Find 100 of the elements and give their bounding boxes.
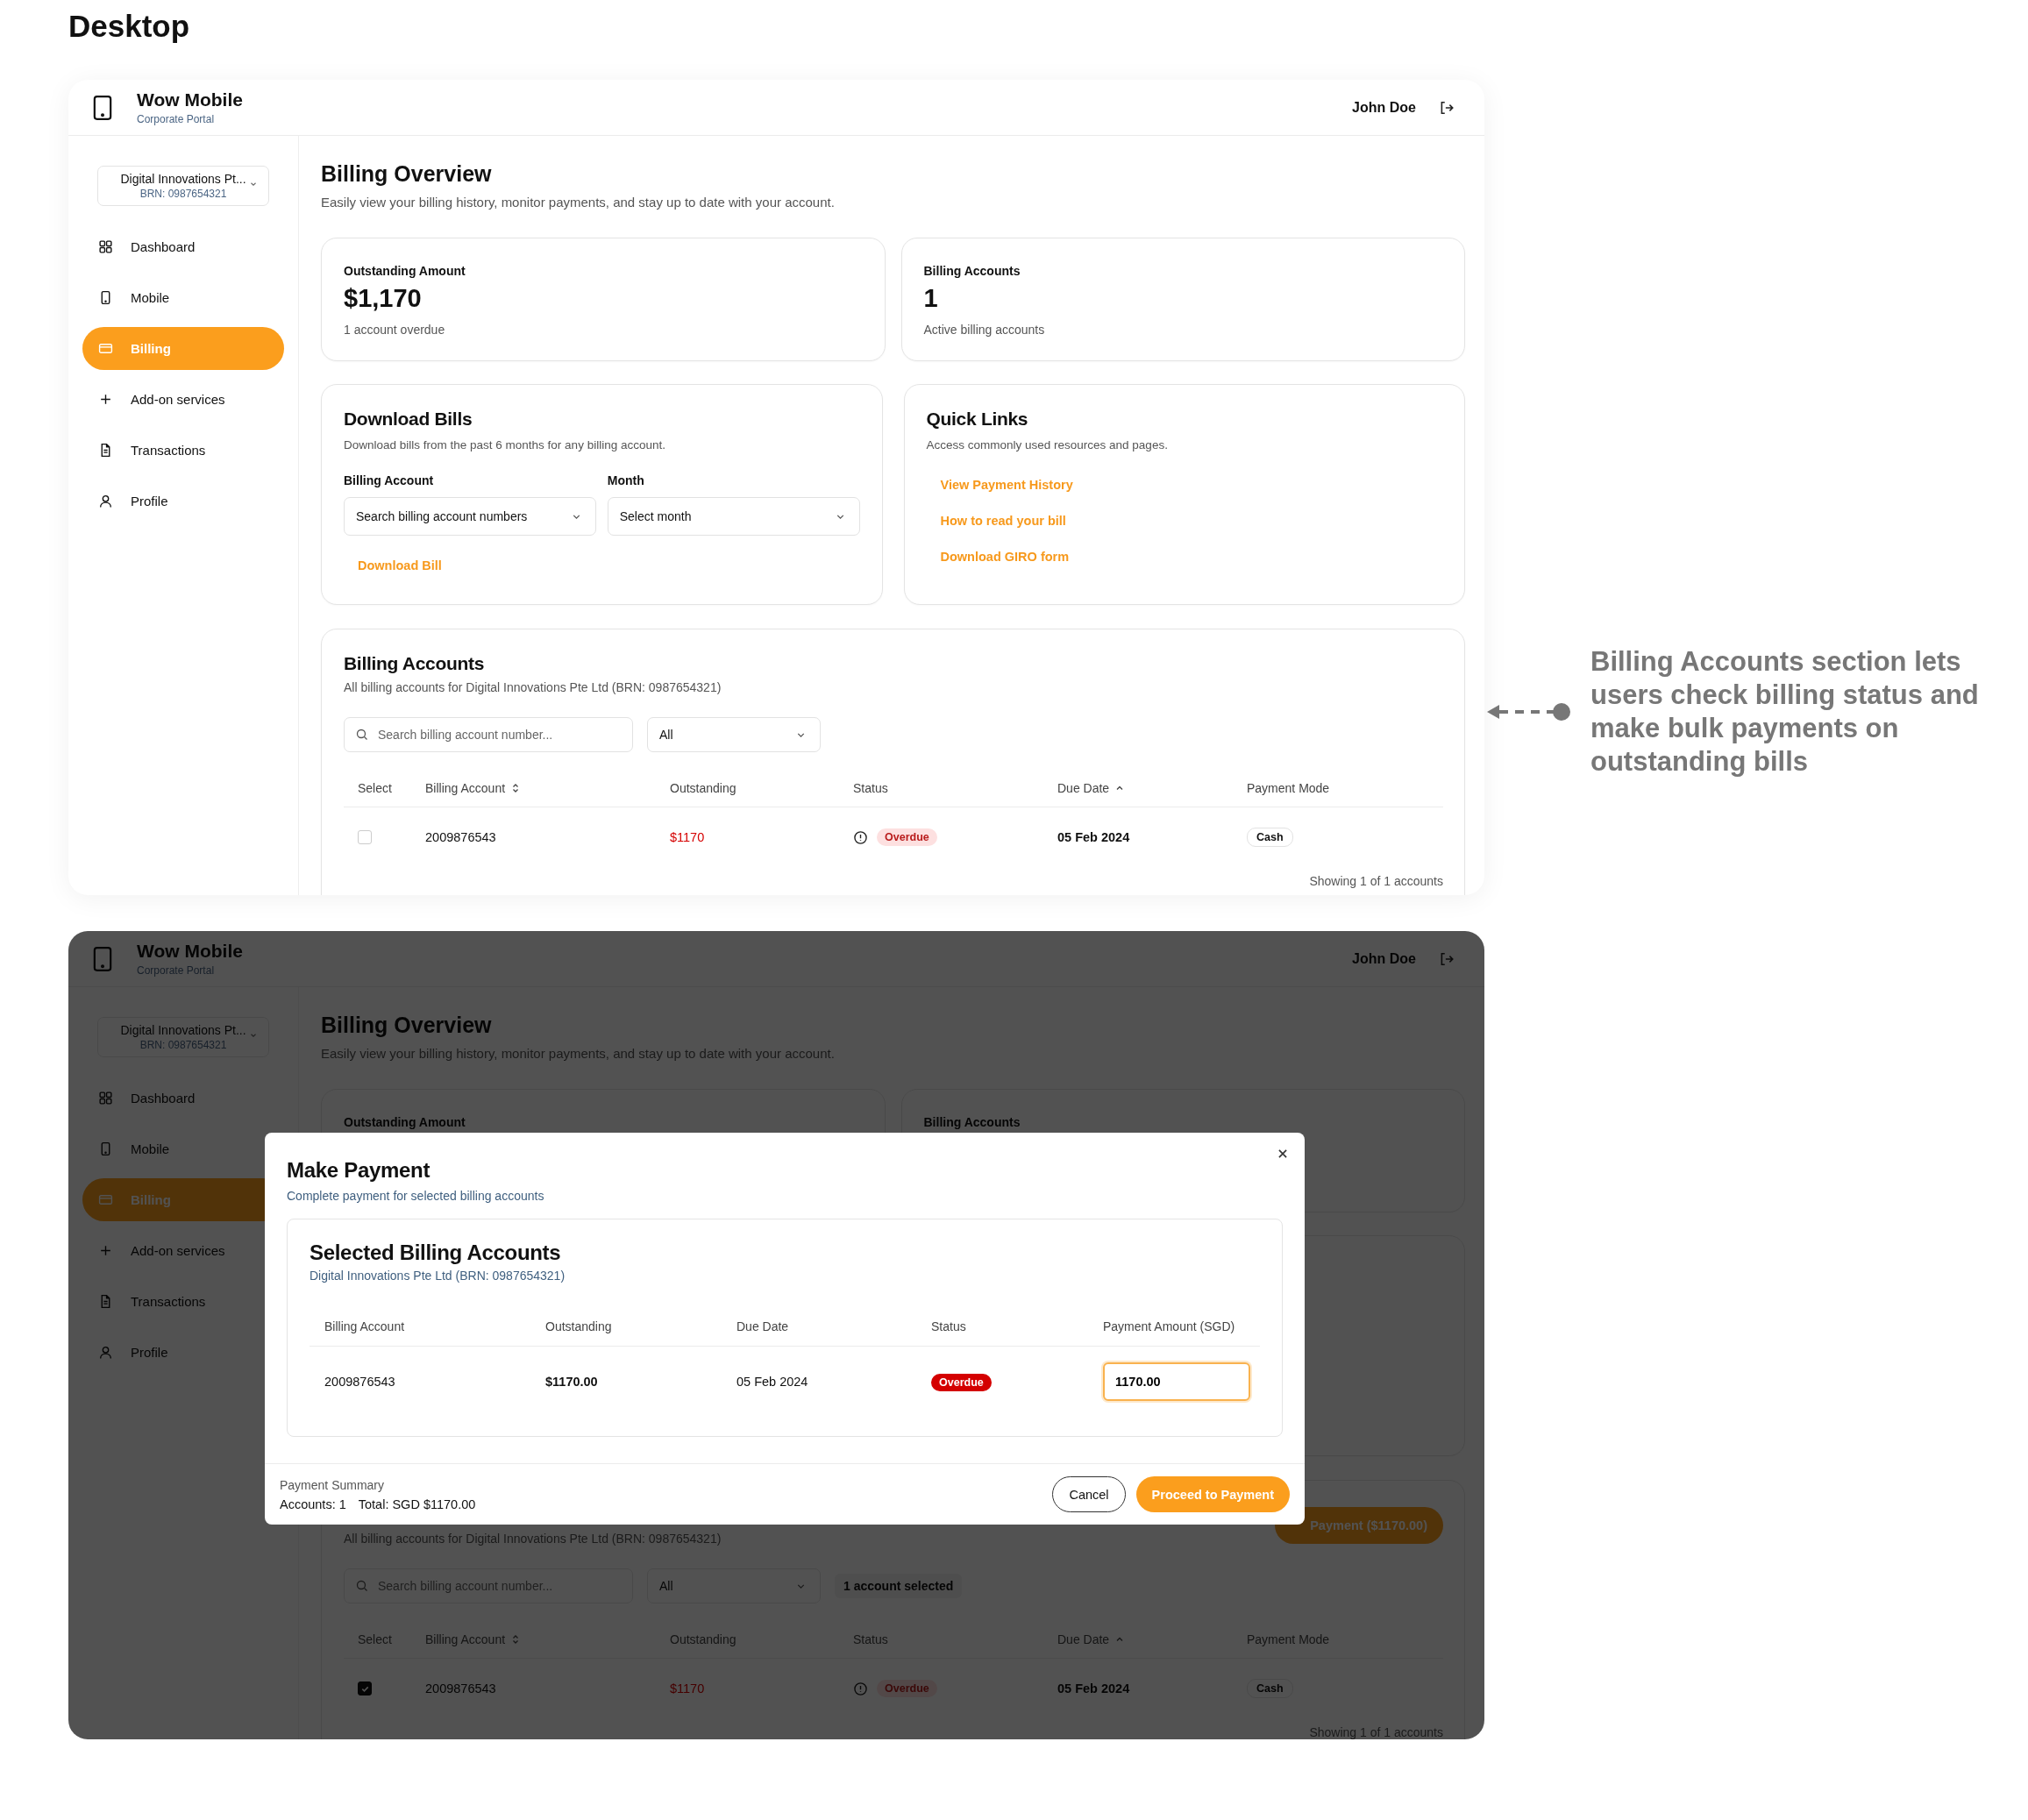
download-bill-link[interactable]: Download Bill xyxy=(358,557,442,574)
card-label: Outstanding Amount xyxy=(344,1114,466,1130)
section-title: Selected Billing Accounts xyxy=(310,1241,562,1265)
summary-label: Payment Summary xyxy=(280,1477,386,1492)
quick-link[interactable]: View Payment History xyxy=(940,476,1073,494)
quick-link[interactable]: How to read your bill xyxy=(940,512,1066,530)
section-title: Download Bills xyxy=(344,408,473,430)
credit-card-icon xyxy=(98,341,113,356)
quick-link[interactable]: Download GIRO form xyxy=(940,548,1070,565)
close-icon[interactable] xyxy=(1277,1148,1289,1160)
due-date: 05 Feb 2024 xyxy=(1057,830,1130,844)
logout-icon[interactable] xyxy=(1439,99,1455,116)
sidebar-item[interactable]: Mobile xyxy=(82,276,284,319)
sidebar-item[interactable]: Mobile xyxy=(82,1127,284,1170)
sidebar-item[interactable]: Add-on services xyxy=(82,378,284,421)
search-icon xyxy=(355,1579,369,1593)
plus-icon xyxy=(98,392,113,407)
status-badge: Overdue xyxy=(877,1680,937,1697)
organization-selector[interactable]: Digital Innovations Pt... BRN: 0987654321 xyxy=(97,1017,269,1057)
page-title: Billing Overview xyxy=(321,160,493,187)
arrow-icon xyxy=(1487,701,1571,722)
brand-subtitle: Corporate Portal xyxy=(137,964,216,977)
annotation-text: Billing Accounts section lets users check billing status and make bulk payments on outstanding bills xyxy=(1590,645,1980,778)
due-date: 05 Feb 2024 xyxy=(736,1375,808,1389)
phone-icon xyxy=(93,94,112,121)
status-filter-dropdown[interactable]: All xyxy=(647,717,821,752)
alert-circle-icon xyxy=(853,1681,868,1696)
phone-icon xyxy=(93,945,112,972)
column-header[interactable]: Due Date xyxy=(1057,781,1110,795)
field-label: Month xyxy=(607,473,645,488)
account-number: 2009876543 xyxy=(425,1681,496,1696)
column-header: Due Date xyxy=(736,1319,789,1333)
organization-selector[interactable]: Digital Innovations Pt... BRN: 0987654321 xyxy=(97,166,269,206)
search-icon xyxy=(355,728,369,742)
column-header: Outstanding xyxy=(545,1319,612,1333)
search-field[interactable]: Search billing account number... xyxy=(344,717,633,752)
card-note: 1 account overdue xyxy=(344,322,446,338)
field-label: Billing Account xyxy=(344,473,435,488)
user-name[interactable]: John Doe xyxy=(1352,950,1416,967)
column-header: Payment Mode xyxy=(1247,1632,1330,1646)
due-date: 05 Feb 2024 xyxy=(1057,1681,1130,1696)
column-header: Select xyxy=(358,1632,392,1646)
card-note: Active billing accounts xyxy=(923,322,1046,338)
sidebar-item[interactable]: Profile xyxy=(82,1331,284,1374)
brand-name: Wow Mobile xyxy=(137,89,243,110)
user-icon xyxy=(98,494,113,508)
column-header: Billing Account xyxy=(324,1319,405,1333)
column-header: Select xyxy=(358,781,392,795)
card-label: Billing Accounts xyxy=(923,263,1021,279)
column-header: Payment Amount (SGD) xyxy=(1103,1319,1235,1333)
sidebar-item[interactable]: Billing xyxy=(82,327,284,370)
dialog-title: Make Payment xyxy=(287,1157,431,1184)
sidebar-item[interactable]: Dashboard xyxy=(82,1077,284,1120)
column-header: Status xyxy=(931,1319,966,1333)
dropdown-field[interactable]: Select month xyxy=(607,497,860,536)
payment-amount-field[interactable]: 1170.00 xyxy=(1103,1362,1250,1401)
sidebar-item[interactable]: Transactions xyxy=(82,429,284,472)
proceed-button[interactable]: Proceed to Payment xyxy=(1135,1476,1290,1512)
cancel-button[interactable]: Cancel xyxy=(1052,1476,1126,1512)
section-description: All billing accounts for Digital Innovations Pte Ltd (BRN: 0987654321) xyxy=(344,679,722,696)
column-header[interactable]: Due Date xyxy=(1057,1632,1110,1646)
account-number: 2009876543 xyxy=(324,1375,395,1389)
card-label: Billing Accounts xyxy=(923,1114,1021,1130)
alert-circle-icon xyxy=(853,829,868,845)
sidebar-item[interactable]: Transactions xyxy=(82,1280,284,1323)
grid-icon xyxy=(98,1091,113,1106)
user-icon xyxy=(98,1345,113,1360)
user-name[interactable]: John Doe xyxy=(1352,99,1416,116)
column-header: Outstanding xyxy=(670,1632,736,1646)
status-badge: Overdue xyxy=(931,1374,992,1391)
column-header: Status xyxy=(853,781,888,795)
column-header[interactable]: Billing Account xyxy=(425,1632,506,1646)
card-value: $1,170 xyxy=(344,283,423,313)
make-payment-button[interactable]: Payment ($1170.00) xyxy=(1275,1507,1443,1544)
grid-icon xyxy=(98,239,113,254)
sidebar-item[interactable]: Dashboard xyxy=(82,225,284,268)
outstanding-amount: $1170.00 xyxy=(545,1375,598,1389)
column-header[interactable]: Billing Account xyxy=(425,781,506,795)
page-title: Billing Overview xyxy=(321,1012,493,1038)
brand-name: Wow Mobile xyxy=(137,941,243,962)
dialog-subtitle: Complete payment for selected billing accounts xyxy=(287,1189,545,1203)
column-header: Payment Mode xyxy=(1247,781,1330,795)
status-filter-dropdown[interactable]: All xyxy=(647,1568,821,1603)
column-header: Outstanding xyxy=(670,781,736,795)
plus-icon xyxy=(98,1243,113,1258)
page-heading: Desktop xyxy=(68,9,190,44)
column-header: Status xyxy=(853,1632,888,1646)
total-amount: Total: SGD $1170.00 xyxy=(358,1497,476,1511)
outstanding-amount: $1170 xyxy=(670,830,705,844)
card-value: 1 xyxy=(923,283,939,313)
status-badge: Overdue xyxy=(877,828,937,846)
payment-mode-badge: Cash xyxy=(1247,1679,1293,1698)
section-description: Digital Innovations Pte Ltd (BRN: 0987654321) xyxy=(310,1269,566,1283)
page-subtitle: Easily view your billing history, monitor payments, and stay up to date with your account. xyxy=(321,194,836,211)
section-title: Quick Links xyxy=(926,408,1029,430)
sidebar-item[interactable]: Add-on services xyxy=(82,1229,284,1272)
dropdown-field[interactable]: Search billing account numbers xyxy=(344,497,596,536)
row-checkbox[interactable] xyxy=(358,1681,372,1696)
sidebar-item[interactable]: Profile xyxy=(82,480,284,523)
accounts-count: Accounts: 1 xyxy=(280,1497,346,1511)
